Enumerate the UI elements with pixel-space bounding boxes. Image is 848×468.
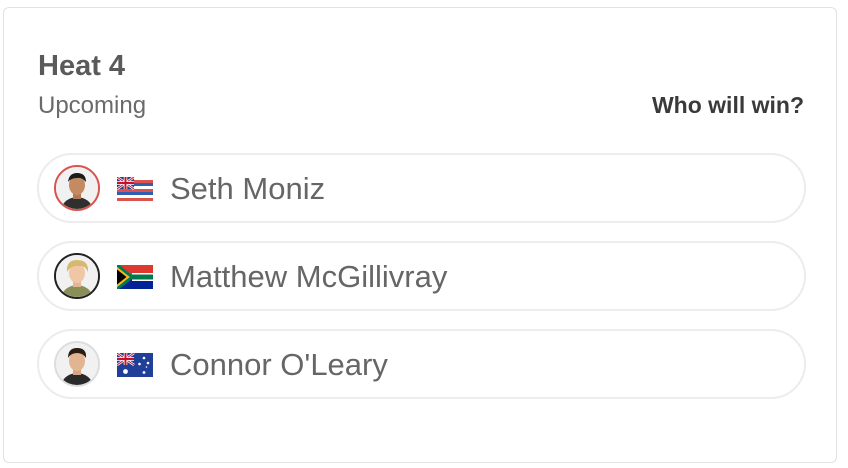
heat-status: Upcoming bbox=[38, 92, 147, 119]
australia-flag-icon bbox=[117, 353, 153, 377]
avatar bbox=[54, 341, 100, 387]
surfer-option-connor-oleary[interactable]: Connor O'Leary bbox=[37, 329, 806, 399]
heat-card: Heat 4 Upcoming Who will win? Seth Moniz… bbox=[3, 7, 837, 463]
surfer-option-seth-moniz[interactable]: Seth Moniz bbox=[37, 153, 806, 223]
heat-title: Heat 4 bbox=[38, 50, 126, 82]
hawaii-flag-icon bbox=[117, 177, 153, 201]
surfer-option-matthew-mcgillivray[interactable]: Matthew McGillivray bbox=[37, 241, 806, 311]
south-africa-flag-icon bbox=[117, 265, 153, 289]
avatar bbox=[54, 165, 100, 211]
avatar bbox=[54, 253, 100, 299]
surfer-name: Connor O'Leary bbox=[170, 347, 388, 382]
surfer-name: Seth Moniz bbox=[170, 171, 326, 206]
who-will-win-prompt: Who will win? bbox=[651, 92, 804, 118]
surfer-name: Matthew McGillivray bbox=[170, 259, 448, 294]
